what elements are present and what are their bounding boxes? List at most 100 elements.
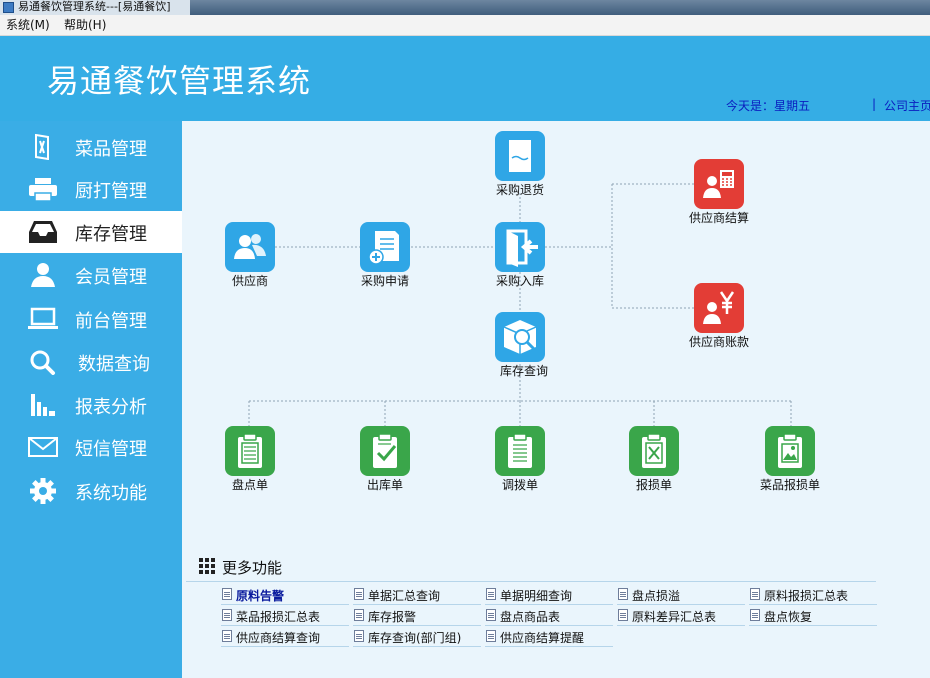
app-icon — [3, 2, 14, 13]
box-search-icon — [503, 320, 537, 354]
window-titlebar[interactable]: 易通餐饮管理系统---[易通餐饮] — [0, 0, 930, 15]
menu-help[interactable]: 帮助(H) — [64, 17, 106, 33]
document-icon — [750, 588, 760, 600]
sidebar-item-label: 前台管理 — [75, 311, 147, 332]
sidebar-item-label: 会员管理 — [75, 267, 147, 288]
link-inventory-goods-list[interactable]: 盘点商品表 — [485, 605, 613, 626]
document-return-icon — [509, 140, 531, 172]
purchase-in-label: 采购入库 — [495, 274, 544, 288]
sidebar-item-reports[interactable]: 报表分析 — [0, 384, 182, 426]
header-separator: | — [872, 97, 877, 111]
sidebar-item-label: 库存管理 — [75, 224, 147, 245]
person-icon — [31, 263, 55, 287]
sidebar-item-sms[interactable]: 短信管理 — [0, 426, 182, 468]
window-title: 易通餐饮管理系统---[易通餐饮] — [18, 0, 171, 13]
transfer-sheet-label: 调拨单 — [501, 478, 538, 492]
document-icon — [354, 609, 364, 621]
sidebar-item-label: 系统功能 — [75, 483, 147, 504]
link-stock-query-dept[interactable]: 库存查询(部门组) — [353, 626, 481, 647]
outbound-sheet-button[interactable] — [360, 426, 410, 476]
company-home-link[interactable]: 公司主页 — [884, 97, 930, 114]
sidebar: 菜品管理 厨打管理 库存管理 会员管理 前台管理 数据查询 报表分析 短信管理 … — [0, 121, 182, 678]
purchase-in-button[interactable] — [495, 222, 545, 272]
supplier-account-button[interactable] — [694, 283, 744, 333]
transfer-sheet-button[interactable] — [495, 426, 545, 476]
sidebar-item-label: 短信管理 — [75, 439, 147, 460]
link-supplier-settlement-reminder[interactable]: 供应商结算提醒 — [485, 626, 613, 647]
sidebar-item-inventory[interactable]: 库存管理 — [0, 211, 182, 253]
dish-loss-sheet-button[interactable] — [765, 426, 815, 476]
more-functions-title: 更多功能 — [222, 559, 283, 577]
search-icon — [30, 350, 55, 375]
dish-loss-sheet-label: 菜品报损单 — [759, 478, 820, 492]
stock-query-label: 库存查询 — [499, 364, 548, 378]
supplier-settlement-label: 供应商结算 — [688, 211, 749, 225]
clipboard-list-icon — [238, 433, 262, 468]
today-label: 今天是：星期五 — [726, 99, 811, 113]
envelope-icon — [28, 437, 58, 457]
sidebar-item-system[interactable]: 系统功能 — [0, 470, 182, 512]
supplier-button[interactable] — [225, 222, 275, 272]
supplier-label: 供应商 — [231, 274, 268, 288]
supplier-account-label: 供应商账款 — [688, 335, 749, 349]
menu-knife-icon — [35, 134, 49, 160]
link-inventory-restore[interactable]: 盘点恢复 — [749, 605, 877, 626]
menu-system[interactable]: 系统(M) — [6, 17, 50, 33]
enter-door-icon — [506, 229, 538, 267]
grid-icon — [199, 558, 215, 574]
sidebar-item-label: 厨打管理 — [75, 181, 147, 202]
link-material-diff-summary[interactable]: 原料差异汇总表 — [617, 605, 745, 626]
outbound-sheet-label: 出库单 — [366, 478, 403, 492]
purchase-return-label: 采购退货 — [495, 183, 544, 197]
more-functions-divider — [186, 581, 876, 582]
add-document-icon — [368, 231, 399, 265]
link-dish-loss-summary[interactable]: 菜品报损汇总表 — [221, 605, 349, 626]
document-icon — [222, 588, 232, 600]
app-title: 易通餐饮管理系统 — [47, 62, 312, 100]
sidebar-item-frontdesk[interactable]: 前台管理 — [0, 298, 182, 340]
sidebar-item-label: 菜品管理 — [75, 139, 147, 160]
document-icon — [222, 609, 232, 621]
header-banner: 易通餐饮管理系统 今天是：星期五 | 公司主页 — [0, 36, 930, 121]
document-icon — [486, 630, 496, 642]
link-supplier-settlement-query[interactable]: 供应商结算查询 — [221, 626, 349, 647]
document-icon — [486, 609, 496, 621]
link-doc-detail-query[interactable]: 单据明细查询 — [485, 584, 613, 605]
inventory-sheet-button[interactable] — [225, 426, 275, 476]
purchase-return-button[interactable] — [495, 131, 545, 181]
menu-bar: 系统(M) 帮助(H) — [0, 15, 930, 36]
document-icon — [222, 630, 232, 642]
stock-query-button[interactable] — [495, 312, 545, 362]
link-stock-alarm[interactable]: 库存报警 — [353, 605, 481, 626]
users-icon — [234, 234, 266, 259]
document-icon — [354, 630, 364, 642]
sidebar-item-kitchen-print[interactable]: 厨打管理 — [0, 168, 182, 210]
sidebar-item-members[interactable]: 会员管理 — [0, 254, 182, 296]
purchase-request-button[interactable] — [360, 222, 410, 272]
laptop-icon — [28, 307, 58, 329]
clipboard-image-icon — [778, 433, 802, 468]
user-yen-icon — [703, 291, 735, 324]
sidebar-item-dishes[interactable]: 菜品管理 — [0, 126, 182, 168]
sidebar-item-data-query[interactable]: 数据查询 — [0, 341, 182, 383]
document-icon — [486, 588, 496, 600]
inventory-sheet-label: 盘点单 — [231, 478, 268, 492]
printer-icon — [29, 178, 57, 202]
link-material-alert[interactable]: 原料告警 — [221, 584, 349, 605]
sidebar-item-label: 报表分析 — [75, 397, 147, 418]
loss-sheet-button[interactable] — [629, 426, 679, 476]
gear-icon — [30, 478, 56, 504]
document-icon — [354, 588, 364, 600]
supplier-settlement-button[interactable] — [694, 159, 744, 209]
purchase-request-label: 采购申请 — [360, 274, 409, 288]
sidebar-item-label: 数据查询 — [78, 354, 150, 375]
link-material-loss-summary[interactable]: 原料报损汇总表 — [749, 584, 877, 605]
link-doc-summary-query[interactable]: 单据汇总查询 — [353, 584, 481, 605]
clipboard-check-icon — [373, 433, 397, 468]
inbox-tray-icon — [29, 221, 57, 243]
clipboard-lines-icon — [508, 433, 532, 468]
clipboard-x-icon — [642, 433, 666, 468]
bar-chart-icon — [31, 394, 55, 416]
document-icon — [618, 609, 628, 621]
link-inventory-profit-loss[interactable]: 盘点损溢 — [617, 584, 745, 605]
